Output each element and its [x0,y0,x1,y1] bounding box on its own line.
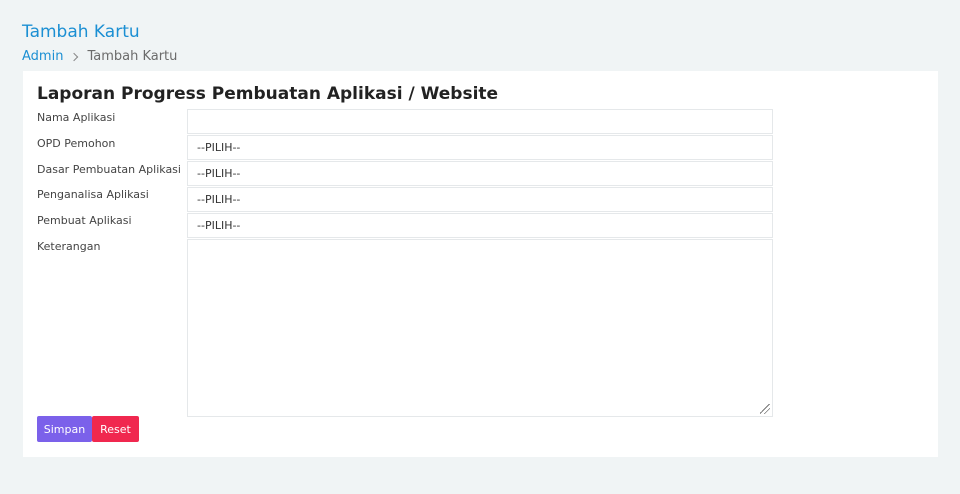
penganalisa-select[interactable]: --PILIH-- [187,187,773,212]
breadcrumb-current: Tambah Kartu [87,49,178,64]
page-title: Tambah Kartu [22,22,140,42]
form-title: Laporan Progress Pembuatan Aplikasi / We… [37,84,499,104]
nama-aplikasi-input[interactable] [187,109,773,134]
label-nama-aplikasi: Nama Aplikasi [37,111,116,124]
breadcrumb: Admin Tambah Kartu [22,49,177,64]
label-pembuat-aplikasi: Pembuat Aplikasi [37,214,132,227]
form-card: Laporan Progress Pembuatan Aplikasi / We… [23,71,938,457]
label-dasar-pembuatan: Dasar Pembuatan Aplikasi [37,163,181,176]
chevron-right-icon [70,52,79,61]
resize-handle-icon[interactable] [760,404,770,414]
save-button[interactable]: Simpan [37,416,92,442]
pembuat-aplikasi-select[interactable]: --PILIH-- [187,213,773,238]
opd-pemohon-select[interactable]: --PILIH-- [187,135,773,160]
breadcrumb-admin-link[interactable]: Admin [22,49,63,64]
dasar-pembuatan-select[interactable]: --PILIH-- [187,161,773,186]
label-keterangan: Keterangan [37,240,101,253]
keterangan-textarea[interactable] [187,239,773,417]
label-penganalisa: Penganalisa Aplikasi [37,188,149,201]
reset-button[interactable]: Reset [92,416,139,442]
label-opd-pemohon: OPD Pemohon [37,137,116,150]
